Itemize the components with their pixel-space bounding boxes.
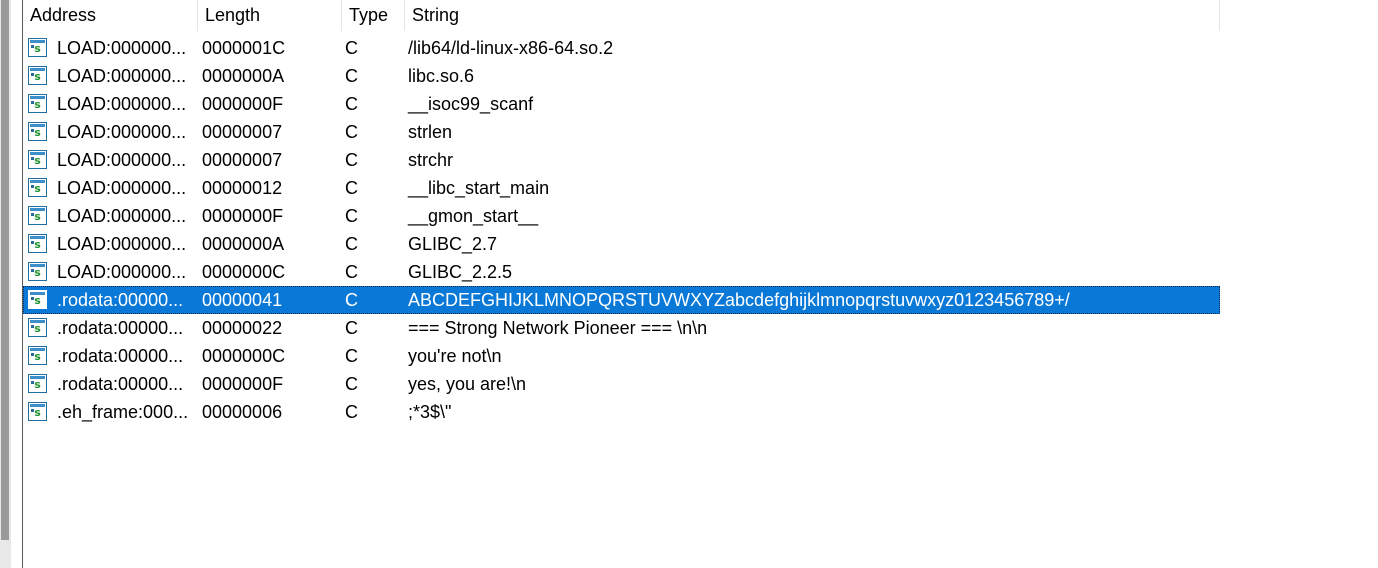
table-row[interactable]: s LOAD:000000... 00000007 Cstrlen xyxy=(23,118,1220,146)
table-row[interactable]: s LOAD:000000... 0000000F C __isoc99_scanf xyxy=(23,90,1220,118)
table-row[interactable]: s LOAD:000000... 0000000F C __gmon_start__ xyxy=(23,202,1220,230)
cell-string: __gmon_start__ xyxy=(408,206,539,226)
cell-address: .rodata:00000... xyxy=(57,374,184,394)
cell-type: C xyxy=(345,206,358,226)
table-row[interactable]: s .rodata:00000... 0000000F Cyes, you are!\… xyxy=(23,370,1220,398)
cell-type: C xyxy=(345,38,358,58)
cell-length: 0000000F xyxy=(202,374,284,394)
cell-address: LOAD:000000... xyxy=(57,94,187,114)
cell-length: 00000007 xyxy=(202,150,283,170)
cell-type: C xyxy=(345,318,358,338)
string-literal-icon: s xyxy=(28,346,47,365)
scrollbar-thumb[interactable] xyxy=(1,0,9,540)
cell-length: 00000022 xyxy=(202,318,283,338)
cell-string: ;*3$\" xyxy=(408,402,452,422)
cell-address: .eh_frame:000... xyxy=(57,402,189,422)
strings-window: Address Length Type String s LOAD:000000.… xyxy=(0,0,1378,568)
cell-type: C xyxy=(345,122,358,142)
cell-string: ABCDEFGHIJKLMNOPQRSTUVWXYZabcdefghijklmn… xyxy=(408,290,1070,310)
string-literal-icon: s xyxy=(28,94,47,113)
cell-string: __libc_start_main xyxy=(408,178,550,198)
vertical-scrollbar[interactable] xyxy=(0,0,11,568)
column-header-type[interactable]: Type xyxy=(342,0,405,31)
string-literal-icon: s xyxy=(28,66,47,85)
column-header-address[interactable]: Address xyxy=(23,0,198,31)
cell-type: C xyxy=(345,290,358,310)
cell-address: LOAD:000000... xyxy=(57,66,187,86)
cell-string: yes, you are!\n xyxy=(408,374,527,394)
cell-address: .rodata:00000... xyxy=(57,318,184,338)
cell-length: 00000006 xyxy=(202,402,283,422)
strings-table-body: s LOAD:000000... 0000001C C/lib64/ld-linux-… xyxy=(23,34,1220,426)
string-literal-icon: s xyxy=(28,234,47,253)
cell-string: GLIBC_2.7 xyxy=(408,234,498,254)
cell-string: __isoc99_scanf xyxy=(408,94,534,114)
cell-type: C xyxy=(345,66,358,86)
string-literal-icon: s xyxy=(28,122,47,141)
cell-address: LOAD:000000... xyxy=(57,150,187,170)
table-row[interactable]: s .rodata:00000... 00000022 C === Strong Net… xyxy=(23,314,1220,342)
cell-string: strlen xyxy=(408,122,453,142)
cell-type: C xyxy=(345,178,358,198)
cell-type: C xyxy=(345,402,358,422)
cell-length: 0000001C xyxy=(202,38,286,58)
cell-length: 0000000A xyxy=(202,66,285,86)
cell-address: LOAD:000000... xyxy=(57,122,187,142)
column-header-bar: Address Length Type String xyxy=(23,0,1220,31)
cell-string: libc.so.6 xyxy=(408,66,475,86)
column-header-length[interactable]: Length xyxy=(198,0,342,31)
string-literal-icon: s xyxy=(28,402,47,421)
string-literal-icon: s xyxy=(28,318,47,337)
table-row[interactable]: s .rodata:00000... 00000041 C ABCDEFGHIJKLMN… xyxy=(23,286,1220,314)
cell-string: === Strong Network Pioneer === \n\n xyxy=(408,318,708,338)
cell-address: LOAD:000000... xyxy=(57,234,187,254)
cell-type: C xyxy=(345,150,358,170)
cell-string: GLIBC_2.2.5 xyxy=(408,262,513,282)
string-literal-icon: s xyxy=(28,374,47,393)
cell-address: LOAD:000000... xyxy=(57,38,187,58)
column-header-string[interactable]: String xyxy=(405,0,1220,31)
string-literal-icon: s xyxy=(28,178,47,197)
cell-length: 0000000C xyxy=(202,346,286,366)
string-literal-icon: s xyxy=(28,206,47,225)
table-row[interactable]: s LOAD:000000... 0000000A Clibc.so.6 xyxy=(23,62,1220,90)
cell-address: LOAD:000000... xyxy=(57,178,187,198)
cell-address: LOAD:000000... xyxy=(57,206,187,226)
cell-address: .rodata:00000... xyxy=(57,290,184,310)
cell-address: .rodata:00000... xyxy=(57,346,184,366)
cell-string: /lib64/ld-linux-x86-64.so.2 xyxy=(408,38,614,58)
table-row[interactable]: s .eh_frame:000... 00000006 C ;*3$\" xyxy=(23,398,1220,426)
cell-type: C xyxy=(345,346,358,366)
cell-string: you're not\n xyxy=(408,346,502,366)
cell-length: 00000007 xyxy=(202,122,283,142)
table-row[interactable]: s LOAD:000000... 0000001C C/lib64/ld-linux-… xyxy=(23,34,1220,62)
string-literal-icon: s xyxy=(28,38,47,57)
string-literal-icon: s xyxy=(28,150,47,169)
cell-type: C xyxy=(345,94,358,114)
table-row[interactable]: s .rodata:00000... 0000000C Cyou're not\n xyxy=(23,342,1220,370)
cell-address: LOAD:000000... xyxy=(57,262,187,282)
cell-length: 0000000F xyxy=(202,206,284,226)
cell-type: C xyxy=(345,374,358,394)
table-row[interactable]: s LOAD:000000... 00000012 C __libc_start_mai… xyxy=(23,174,1220,202)
string-literal-icon: s xyxy=(28,290,47,309)
cell-length: 00000041 xyxy=(202,290,283,310)
string-literal-icon: s xyxy=(28,262,47,281)
cell-type: C xyxy=(345,262,358,282)
table-row[interactable]: s LOAD:000000... 00000007 Cstrchr xyxy=(23,146,1220,174)
table-row[interactable]: s LOAD:000000... 0000000C C GLIBC_2.2.5 xyxy=(23,258,1220,286)
cell-length: 0000000F xyxy=(202,94,284,114)
cell-length: 00000012 xyxy=(202,178,283,198)
table-row[interactable]: s LOAD:000000... 0000000A C GLIBC_2.7 xyxy=(23,230,1220,258)
cell-length: 0000000A xyxy=(202,234,285,254)
cell-string: strchr xyxy=(408,150,453,170)
cell-type: C xyxy=(345,234,358,254)
cell-length: 0000000C xyxy=(202,262,286,282)
